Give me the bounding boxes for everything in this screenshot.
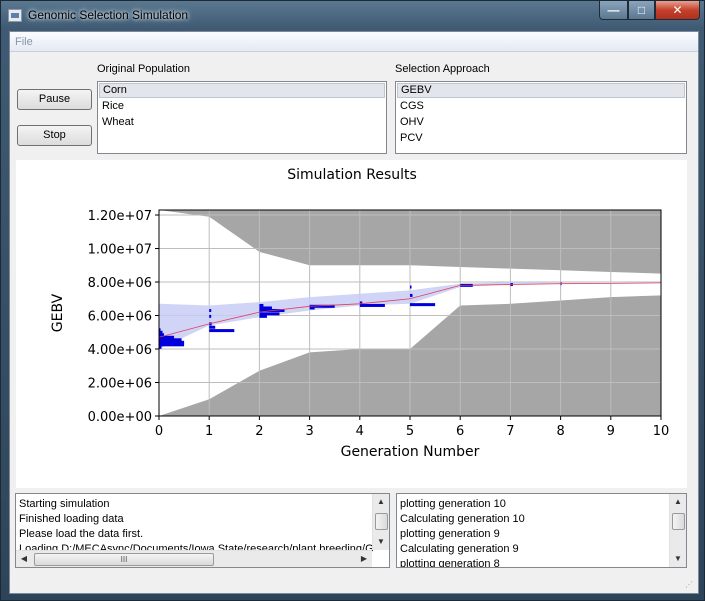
log-line: Calculating generation 9 — [400, 543, 519, 555]
scroll-down-icon[interactable]: ▼ — [670, 551, 686, 567]
plot-area — [159, 210, 661, 416]
original-population-label: Original Population — [97, 63, 190, 75]
histogram-bar — [209, 329, 235, 333]
simulation-chart: Simulation Results Generation Number GEB… — [50, 167, 670, 460]
close-button[interactable]: ✕ — [655, 1, 700, 20]
selection-approach-list[interactable]: GEBV CGS OHV PCV — [395, 81, 687, 154]
histogram-bar — [209, 308, 212, 312]
chart-title: Simulation Results — [287, 167, 417, 183]
app-icon — [8, 9, 22, 22]
log-right-vscroll[interactable]: ▲ ▼ — [669, 494, 686, 567]
original-population-list[interactable]: Corn Rice Wheat — [97, 81, 387, 154]
menu-file[interactable]: File — [15, 36, 33, 48]
x-tick-label: 8 — [556, 424, 564, 439]
histogram-bar — [410, 285, 412, 289]
histogram-bar — [259, 303, 264, 307]
log-line: plotting generation 10 — [400, 498, 506, 510]
x-tick-label: 1 — [205, 424, 213, 439]
approach-item-pcv[interactable]: PCV — [397, 131, 685, 146]
y-tick-label: 1.00e+07 — [88, 243, 152, 258]
x-axis-label: Generation Number — [341, 444, 480, 460]
x-tick-label: 4 — [356, 424, 364, 439]
histogram-bar — [209, 325, 216, 329]
log-left-vscroll[interactable]: ▲ ▼ — [372, 494, 389, 550]
y-tick-label: 0.00e+00 — [88, 410, 152, 425]
x-tick-label: 2 — [255, 424, 263, 439]
y-tick-label: 1.20e+07 — [88, 209, 152, 224]
y-tick-label: 4.00e+06 — [88, 343, 152, 358]
log-box-right[interactable]: plotting generation 10 Calculating gener… — [396, 493, 687, 568]
maximize-button[interactable]: □ — [628, 1, 655, 20]
scroll-thumb-horizontal[interactable]: III — [34, 553, 214, 566]
log-line: Starting simulation — [19, 498, 110, 510]
scroll-down-icon[interactable]: ▼ — [373, 534, 389, 550]
scroll-up-icon[interactable]: ▲ — [373, 494, 389, 510]
pause-button[interactable]: Pause — [17, 89, 92, 110]
population-item-wheat[interactable]: Wheat — [99, 115, 385, 130]
title-bar[interactable]: Genomic Selection Simulation — □ ✕ — [1, 1, 704, 31]
log-line: Finished loading data — [19, 513, 124, 525]
histogram-bar — [410, 293, 413, 297]
client-area: File Pause Stop Original Population Corn… — [9, 31, 699, 594]
histogram-bar — [259, 312, 280, 316]
y-tick-label: 2.00e+06 — [88, 377, 152, 392]
y-axis-label: GEBV — [50, 293, 66, 332]
approach-item-cgs[interactable]: CGS — [397, 99, 685, 114]
app-window: Genomic Selection Simulation — □ ✕ File … — [0, 0, 705, 601]
histogram-bar — [410, 303, 436, 307]
approach-item-gebv[interactable]: GEBV — [397, 83, 685, 98]
log-line: Please load the data first. — [19, 528, 144, 540]
histogram-bar — [209, 314, 212, 318]
histogram-bar — [359, 303, 385, 307]
scroll-thumb[interactable] — [672, 513, 685, 530]
y-tick-label: 8.00e+06 — [88, 276, 152, 291]
y-tick-label: 6.00e+06 — [88, 310, 152, 325]
population-item-rice[interactable]: Rice — [99, 99, 385, 114]
selection-approach-label: Selection Approach — [395, 63, 490, 75]
x-tick-label: 3 — [305, 424, 313, 439]
population-item-corn[interactable]: Corn — [99, 83, 385, 98]
window-title: Genomic Selection Simulation — [28, 8, 189, 22]
x-tick-label: 10 — [653, 424, 670, 439]
minimize-button[interactable]: — — [599, 1, 628, 20]
scroll-up-icon[interactable]: ▲ — [670, 494, 686, 510]
menu-bar: File — [10, 32, 698, 52]
scroll-right-icon[interactable]: ▶ — [356, 551, 372, 567]
x-tick-label: 7 — [506, 424, 514, 439]
x-tick-label: 6 — [456, 424, 464, 439]
log-box-left[interactable]: Starting simulation Finished loading dat… — [15, 493, 390, 568]
log-line: plotting generation 9 — [400, 528, 500, 540]
log-line: Calculating generation 10 — [400, 513, 525, 525]
stop-button[interactable]: Stop — [17, 125, 92, 146]
x-tick-label: 9 — [607, 424, 615, 439]
scroll-thumb[interactable] — [375, 513, 388, 530]
resize-grip-icon[interactable]: ⋰ — [685, 580, 695, 590]
x-tick-label: 0 — [155, 424, 163, 439]
x-tick-label: 5 — [406, 424, 414, 439]
approach-item-ohv[interactable]: OHV — [397, 115, 685, 130]
log-line: plotting generation 8 — [400, 558, 500, 568]
scroll-left-icon[interactable]: ◀ — [16, 551, 32, 567]
log-left-hscroll[interactable]: ◀ III ▶ — [16, 550, 372, 567]
plot-panel: Simulation Results Generation Number GEB… — [16, 160, 687, 488]
